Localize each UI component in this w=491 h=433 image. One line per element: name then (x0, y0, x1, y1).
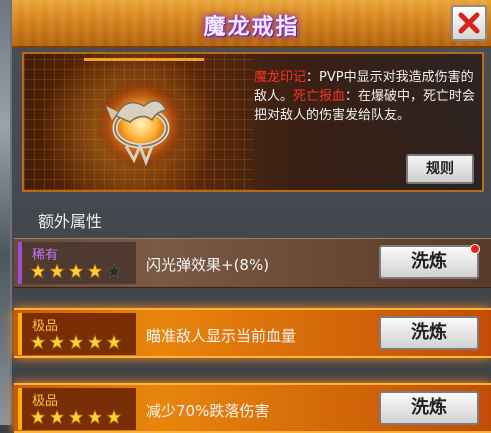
refine-button-label: 洗炼 (411, 397, 447, 418)
refine-button[interactable]: 洗炼 (379, 244, 480, 279)
quality-label: 极品 (32, 394, 59, 409)
background-left-edge (0, 0, 10, 425)
item-detail-dialog: 魔龙戒指 魔龙印记：PVP中显示对我造成伤害的敌人。死亡报血：在爆破中，死亡时会… (10, 0, 491, 433)
close-button[interactable] (451, 5, 487, 41)
extra-attributes-title: 额外属性 (38, 212, 103, 231)
star-rating (30, 263, 125, 281)
refine-button-label: 洗炼 (411, 251, 447, 272)
dragon-ring-icon (95, 78, 187, 170)
skill-name-death-report: 死亡报血 (293, 89, 346, 104)
dialog-title-bar: 魔龙戒指 (12, 0, 491, 48)
quality-label: 极品 (32, 319, 59, 334)
star-filled-icon (87, 334, 103, 350)
star-filled-icon (68, 334, 84, 350)
refine-button-label: 洗炼 (411, 322, 447, 343)
quality-label: 稀有 (32, 248, 59, 263)
attribute-text: 闪光弹效果+(8%) (146, 256, 270, 274)
star-filled-icon (30, 263, 46, 279)
star-filled-icon (106, 409, 122, 425)
dialog-title: 魔龙戒指 (203, 15, 300, 40)
star-filled-icon (49, 334, 65, 350)
attribute-text: 瞄准敌人显示当前血量 (146, 327, 297, 345)
star-filled-icon (87, 409, 103, 425)
star-filled-icon (87, 263, 103, 279)
star-filled-icon (106, 334, 122, 350)
star-filled-icon (49, 409, 65, 425)
quality-badge: 极品 (18, 388, 136, 430)
star-filled-icon (30, 334, 46, 350)
star-empty-icon (106, 263, 122, 279)
notification-dot (470, 244, 480, 254)
attribute-row: 稀有 闪光弹效果+(8%) 洗炼 (14, 238, 491, 288)
attribute-row: 极品 减少70%跌落伤害 洗炼 (14, 383, 491, 433)
skill-name-dragon-mark: 魔龙印记 (254, 70, 307, 85)
star-filled-icon (49, 263, 65, 279)
item-description: 魔龙印记：PVP中显示对我造成伤害的敌人。死亡报血：在爆破中，死亡时会把对敌人的… (254, 68, 476, 125)
rules-button[interactable]: 规则 (406, 154, 474, 184)
close-x-icon (458, 12, 480, 34)
attribute-row: 极品 瞄准敌人显示当前血量 洗炼 (14, 308, 491, 358)
quality-badge: 稀有 (18, 242, 136, 284)
star-rating (30, 409, 125, 427)
quality-badge: 极品 (18, 313, 136, 355)
attribute-text: 减少70%跌落伤害 (146, 402, 270, 420)
star-filled-icon (68, 409, 84, 425)
star-filled-icon (30, 409, 46, 425)
star-rating (30, 334, 125, 352)
star-filled-icon (68, 263, 84, 279)
refine-button[interactable]: 洗炼 (379, 316, 479, 350)
decorative-line (84, 58, 204, 61)
refine-button[interactable]: 洗炼 (379, 391, 479, 425)
item-showcase: 魔龙印记：PVP中显示对我造成伤害的敌人。死亡报血：在爆破中，死亡时会把对敌人的… (22, 52, 484, 192)
